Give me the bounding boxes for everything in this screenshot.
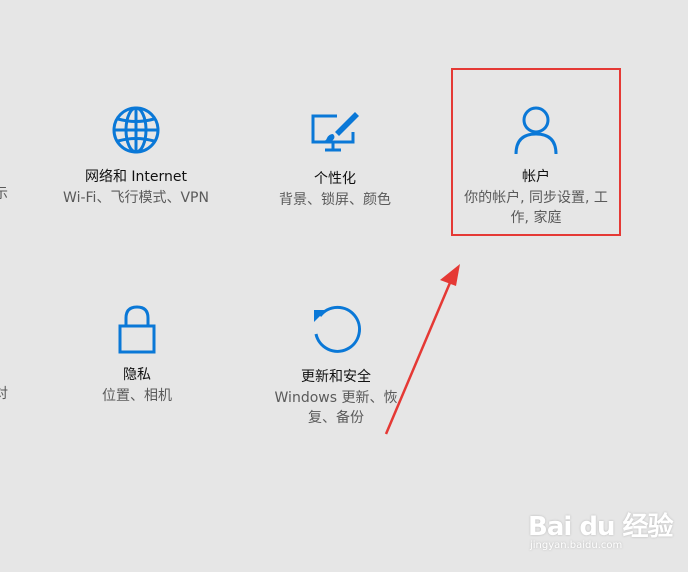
- annotation-arrow: [384, 264, 460, 435]
- clipped-tile-desc-row1: 示: [0, 186, 8, 202]
- settings-window: 示 对 网络和 Internet Wi-Fi、飞行模式、VPN 个性化 背景、锁…: [0, 0, 688, 572]
- tile-accounts-title: 帐户: [522, 169, 550, 185]
- tile-personalization-title: 个性化: [314, 171, 356, 187]
- person-icon: [514, 106, 558, 155]
- tile-privacy[interactable]: 隐私 位置、相机: [70, 304, 204, 406]
- baidu-watermark: Bai du 经验 jingyan.baidu.com: [528, 500, 678, 560]
- clipped-tile-desc-row2: 对: [0, 386, 8, 402]
- tile-update-security[interactable]: 更新和安全 Windows 更新、恢复、备份: [266, 304, 406, 428]
- tile-personalization[interactable]: 个性化 背景、锁屏、颜色: [260, 108, 410, 210]
- personalization-icon: [311, 112, 359, 152]
- lock-icon: [118, 305, 156, 354]
- globe-icon: [112, 106, 160, 154]
- tile-privacy-desc: 位置、相机: [102, 388, 172, 404]
- tile-network-internet[interactable]: 网络和 Internet Wi-Fi、飞行模式、VPN: [48, 104, 224, 208]
- tile-update-desc: Windows 更新、恢复、备份: [274, 390, 398, 426]
- tile-privacy-title: 隐私: [123, 367, 151, 383]
- tile-network-desc: Wi-Fi、飞行模式、VPN: [63, 190, 209, 206]
- watermark-url: jingyan.baidu.com: [530, 540, 623, 551]
- tile-personalization-desc: 背景、锁屏、颜色: [279, 192, 391, 208]
- tile-update-title: 更新和安全: [301, 369, 371, 385]
- tile-network-title: 网络和 Internet: [84, 169, 188, 185]
- refresh-icon: [314, 305, 361, 353]
- tile-accounts[interactable]: 帐户 你的帐户, 同步设置, 工作, 家庭: [456, 104, 616, 228]
- watermark-logo: Bai du 经验: [528, 512, 673, 542]
- tile-accounts-desc: 你的帐户, 同步设置, 工作, 家庭: [464, 190, 608, 226]
